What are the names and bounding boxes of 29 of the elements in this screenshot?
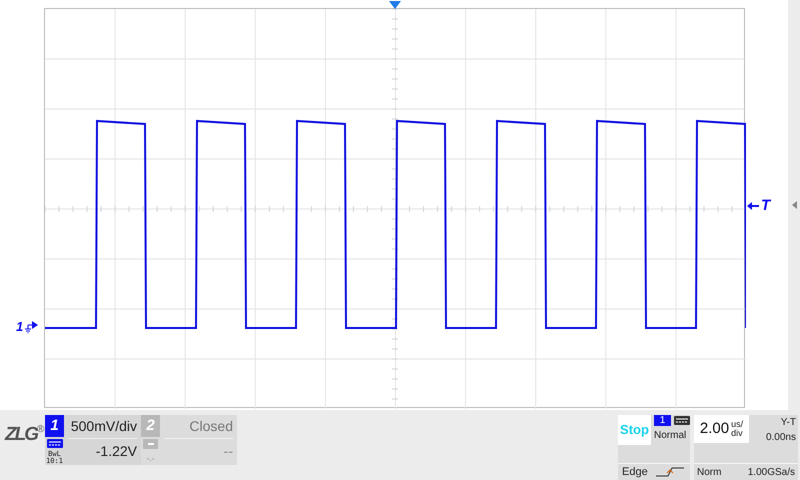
left-arrow-icon[interactable] <box>747 202 759 210</box>
timebase-unit: div <box>731 429 744 438</box>
trigger-position-icon[interactable] <box>389 1 401 9</box>
ground-arrow-icon[interactable] <box>24 320 38 332</box>
timebase-value: 2.00 <box>700 418 730 439</box>
acquisition-mode: Norm <box>697 466 722 480</box>
trigger-mode: Normal <box>654 429 688 443</box>
channel-number: 1 <box>45 415 64 437</box>
timebase-unit: us/ <box>731 420 744 429</box>
trigger-level-marker: T <box>761 198 770 213</box>
dc-coupling-icon <box>674 416 690 425</box>
collapse-arrow-icon[interactable] <box>792 201 796 209</box>
trigger-source: 1 <box>654 415 671 426</box>
vertical-offset: -- <box>222 442 233 461</box>
vertical-offset: -1.22V <box>94 442 137 461</box>
coupling-icon <box>143 439 158 449</box>
time-mode: Y-T <box>780 416 796 430</box>
rising-edge-icon <box>656 467 684 477</box>
vertical-scale: 500mV/div <box>68 415 137 439</box>
channel-status: Closed <box>164 415 233 439</box>
logo-text: ZLG <box>5 425 37 444</box>
dc-coupling-icon <box>46 439 62 448</box>
sample-rate: 1.00GSa/s <box>748 466 795 480</box>
registered-mark: ® <box>37 425 44 435</box>
trigger-type: Edge <box>622 464 648 480</box>
horizontal-delay: 0.00ns <box>766 431 796 445</box>
channel-number: 2 <box>141 415 160 437</box>
channel-marker-label: 1 <box>16 320 24 333</box>
probe-label: -.- <box>146 453 154 465</box>
